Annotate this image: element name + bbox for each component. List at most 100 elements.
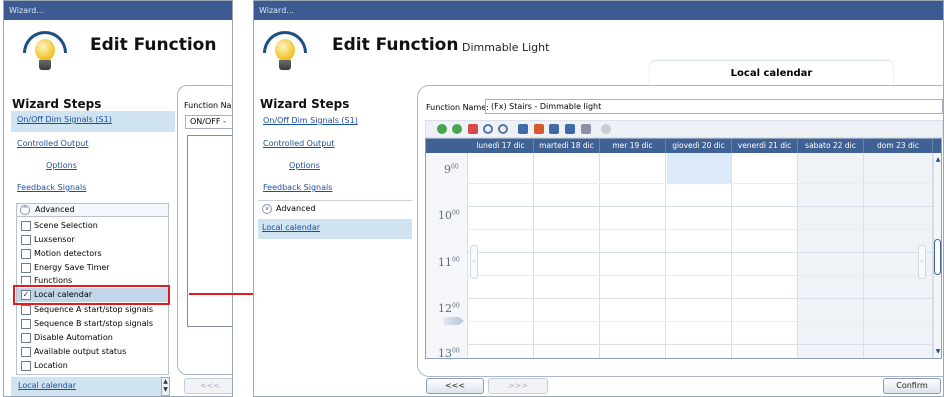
checkbox-energy-save-timer[interactable]: Energy Save Timer	[20, 262, 110, 275]
checkbox-functions[interactable]: Functions	[20, 275, 72, 284]
checkbox-label: Sequence A start/stop signals	[34, 305, 153, 314]
work-week-view-icon[interactable]	[534, 124, 544, 134]
scroll-right-handle[interactable]: ›	[918, 245, 926, 279]
function-name-label: Function Name:	[426, 103, 489, 112]
hour-line	[467, 344, 933, 345]
page-title: Edit Function	[90, 35, 217, 55]
hour-label-10: 1000	[438, 209, 460, 222]
advanced-toggle[interactable]: v Advanced	[258, 203, 408, 217]
day-view-icon[interactable]	[518, 124, 528, 134]
day-header-mon[interactable]: lunedì 17 dic	[468, 139, 534, 153]
lightbulb-icon	[23, 31, 67, 73]
day-header-thu[interactable]: giovedì 20 dic	[666, 139, 732, 153]
wizard-steps-title: Wizard Steps	[260, 97, 350, 111]
checkbox-label: Functions	[34, 276, 73, 284]
settings-icon[interactable]	[601, 124, 611, 134]
next-button[interactable]: >>>	[488, 378, 548, 394]
function-name-input[interactable]: (Fx) Stairs - Dimmable light	[485, 99, 943, 114]
checkbox-label: Location	[34, 361, 68, 370]
timeline-view-icon[interactable]	[581, 124, 591, 134]
checkbox-sequence-b[interactable]: Sequence B start/stop signals	[20, 318, 153, 331]
scroll-down-arrow-icon[interactable]: ▼	[934, 348, 941, 355]
checkbox-label: Luxsensor	[34, 235, 75, 244]
advanced-toggle[interactable]: ^ Advanced	[16, 203, 169, 217]
hour-line	[467, 252, 933, 253]
checkbox-luxsensor[interactable]: Luxsensor	[20, 234, 75, 247]
zoom-in-icon[interactable]	[483, 124, 493, 134]
bottom-link-local-calendar[interactable]: Local calendar	[18, 381, 76, 390]
function-select-value: ON/OFF -	[190, 117, 226, 126]
day-header-tue[interactable]: martedì 18 dic	[534, 139, 600, 153]
scroll-left-handle[interactable]: ‹	[470, 245, 478, 279]
checkbox-sequence-a[interactable]: Sequence A start/stop signals	[20, 304, 153, 317]
day-header-sat[interactable]: sabato 22 dic	[798, 139, 864, 153]
scroll-up-arrow-icon[interactable]: ▲	[934, 156, 941, 163]
chevron-up-icon: ^	[20, 205, 30, 215]
section-tab-label: Local calendar	[730, 68, 813, 79]
step-on-off-dim-signals[interactable]: On/Off Dim Signals (S1)	[17, 115, 112, 124]
hour-label-11: 1100	[438, 256, 460, 269]
page-subtitle: Dimmable Light	[462, 41, 550, 54]
checkbox-label: Sequence B start/stop signals	[34, 319, 154, 328]
advanced-label: Advanced	[35, 205, 75, 214]
hour-line	[467, 206, 933, 207]
checkbox-label: Disable Automation	[34, 333, 113, 342]
checkbox-available-output-status[interactable]: Available output status	[20, 346, 126, 359]
checkbox-label: Scene Selection	[34, 221, 98, 230]
step-options[interactable]: Options	[289, 161, 320, 170]
hour-label-12: 1200	[438, 302, 460, 315]
zoom-out-icon[interactable]	[498, 124, 508, 134]
left-wizard-window: Wizard... Edit Function Wizard Steps On/…	[3, 0, 233, 397]
half-hour-line	[467, 183, 933, 184]
checkbox-disable-automation[interactable]: Disable Automation	[20, 332, 113, 345]
checkbox-label: Motion detectors	[34, 249, 102, 258]
lightbulb-icon	[263, 31, 307, 73]
step-feedback-signals[interactable]: Feedback Signals	[17, 183, 86, 192]
checkbox-location[interactable]: Location	[20, 360, 68, 373]
month-view-icon[interactable]	[565, 124, 575, 134]
function-name-value: (Fx) Stairs - Dimmable light	[491, 102, 602, 111]
page-title: Edit Function	[332, 35, 459, 55]
step-controlled-output[interactable]: Controlled Output	[17, 139, 88, 148]
wizard-steps-title: Wizard Steps	[12, 97, 102, 111]
right-window-titlebar: Wizard...	[254, 1, 943, 20]
scroll-stepper[interactable]: ▲ ▼	[161, 377, 170, 396]
hour-label-13: 1300	[438, 347, 460, 359]
checkbox-scene-selection[interactable]: Scene Selection	[20, 220, 98, 233]
function-select[interactable]: ON/OFF -	[185, 115, 232, 129]
confirm-button[interactable]: Confirm	[883, 378, 941, 394]
half-hour-line	[467, 229, 933, 230]
half-hour-line	[467, 321, 933, 322]
scroll-thumb[interactable]	[934, 239, 941, 275]
scroll-header-spacer	[933, 139, 941, 153]
next-icon[interactable]	[452, 124, 462, 134]
chevron-down-icon: v	[262, 204, 272, 214]
step-controlled-output[interactable]: Controlled Output	[263, 139, 334, 148]
step-on-off-dim-signals[interactable]: On/Off Dim Signals (S1)	[263, 116, 358, 125]
advanced-divider	[258, 200, 412, 201]
hour-label-9: 900	[444, 163, 459, 176]
day-header-sun[interactable]: dom 23 dic	[864, 139, 933, 153]
previous-icon[interactable]	[437, 124, 447, 134]
checkbox-label: Energy Save Timer	[34, 263, 110, 272]
left-list-area	[187, 135, 232, 327]
half-hour-line	[467, 275, 933, 276]
step-options[interactable]: Options	[46, 161, 77, 170]
today-icon[interactable]	[468, 124, 478, 134]
hour-line	[467, 298, 933, 299]
calendar-corner	[426, 139, 468, 153]
left-back-button[interactable]: <<<	[184, 378, 232, 394]
calendar-grid[interactable]: lunedì 17 dic martedì 18 dic mer 19 dic …	[425, 138, 942, 359]
advanced-link-local-calendar[interactable]: Local calendar	[262, 223, 320, 232]
back-button[interactable]: <<<	[426, 378, 484, 394]
week-view-icon[interactable]	[549, 124, 559, 134]
callout-frame	[13, 285, 170, 305]
day-header-fri[interactable]: venerdì 21 dic	[732, 139, 798, 153]
checkbox-label: Available output status	[34, 347, 127, 356]
day-header-wed[interactable]: mer 19 dic	[600, 139, 666, 153]
function-name-label: Function Nar	[184, 101, 233, 110]
checkbox-motion-detectors[interactable]: Motion detectors	[20, 248, 102, 261]
advanced-label: Advanced	[276, 204, 316, 213]
step-feedback-signals[interactable]: Feedback Signals	[263, 183, 332, 192]
left-window-titlebar: Wizard...	[4, 1, 232, 20]
